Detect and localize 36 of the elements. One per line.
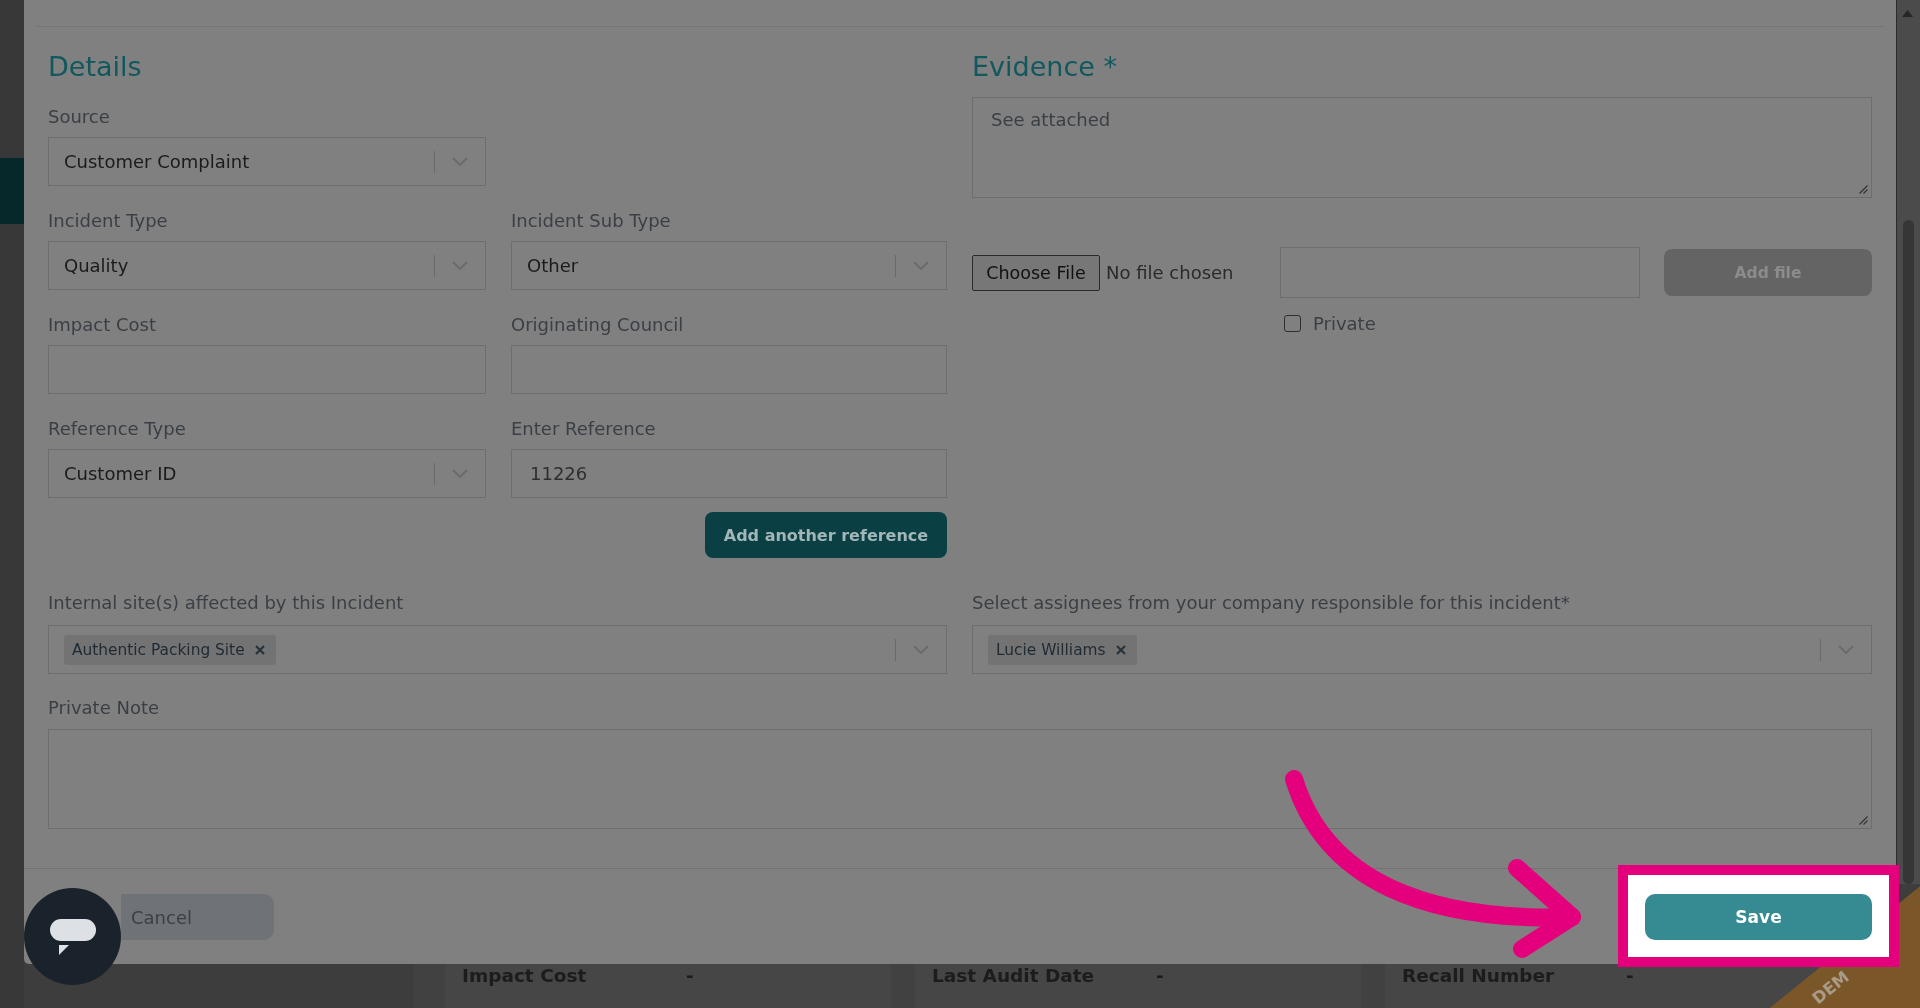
- field-label: Enter Reference: [511, 418, 657, 440]
- dropdown-field[interactable]: Quality: [48, 241, 486, 290]
- multi-select-field[interactable]: Lucie Williams: [972, 625, 1872, 674]
- tag-label: Lucie Williams: [996, 640, 1106, 659]
- close-icon[interactable]: [1115, 644, 1126, 655]
- choose-file-button[interactable]: Choose File: [972, 254, 1100, 291]
- file-status-text: No file chosen: [1106, 262, 1234, 283]
- text-input[interactable]: 11226: [511, 449, 947, 498]
- dropdown-field[interactable]: Other: [511, 241, 947, 290]
- multi-select-field[interactable]: Authentic Packing Site: [48, 625, 947, 674]
- add-reference-button[interactable]: Add another reference: [705, 512, 947, 558]
- field-label: Incident Type: [48, 210, 169, 232]
- resize-grip-icon[interactable]: [1859, 816, 1868, 825]
- section-heading: Details: [48, 51, 143, 83]
- detail-value: -: [686, 965, 695, 987]
- detail-value: -: [1156, 965, 1165, 987]
- speech-bubble-icon: [49, 918, 96, 955]
- dropdown-field[interactable]: Customer ID: [48, 449, 486, 498]
- scrollbar[interactable]: [1896, 0, 1920, 884]
- private-checkbox[interactable]: [1284, 315, 1301, 332]
- field-label: Internal site(s) affected by this Incident: [48, 592, 405, 614]
- field-label: Private Note: [48, 697, 161, 719]
- save-button[interactable]: Save: [1645, 894, 1872, 940]
- evidence-textarea[interactable]: See attached: [972, 97, 1872, 198]
- tag-label: Authentic Packing Site: [72, 640, 245, 659]
- field-label: Source: [48, 106, 111, 128]
- checkbox-label: Private: [1313, 313, 1376, 334]
- close-icon[interactable]: [254, 644, 265, 655]
- field-label: Impact Cost: [48, 314, 157, 336]
- section-heading: Evidence *: [972, 51, 1118, 83]
- resize-grip-icon[interactable]: [1859, 185, 1868, 194]
- field-label: Select assignees from your company responsible for this incident*: [972, 592, 1571, 614]
- field-label: Reference Type: [48, 418, 187, 440]
- dropdown-field[interactable]: Customer Complaint: [48, 137, 486, 186]
- field-label: Incident Sub Type: [511, 210, 672, 232]
- field-label: Originating Council: [511, 314, 685, 336]
